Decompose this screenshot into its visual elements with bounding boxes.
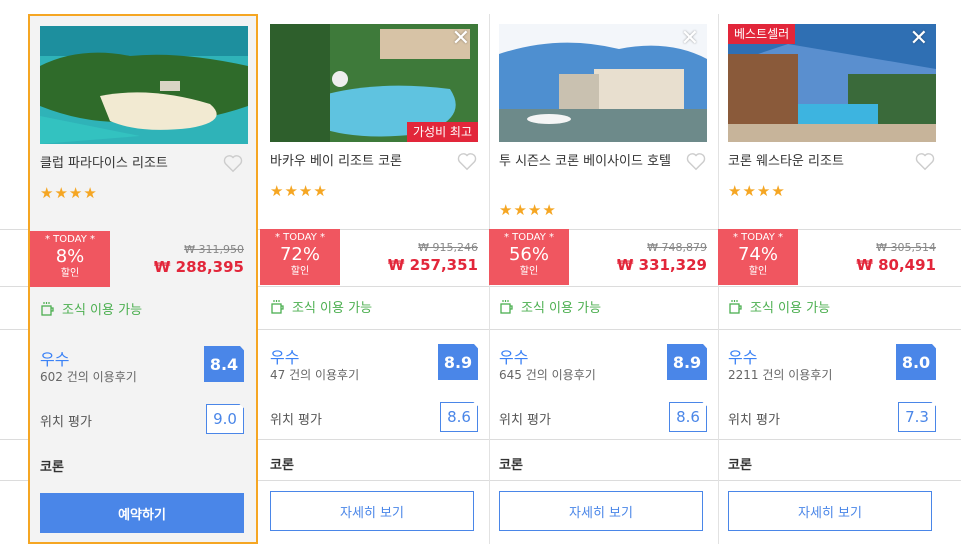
- details-button[interactable]: 자세히 보기: [728, 491, 932, 531]
- discount-percent: 74%: [737, 244, 778, 265]
- today-label: * TODAY *: [503, 232, 555, 243]
- coffee-cup-icon: [41, 301, 54, 316]
- hotel-photo[interactable]: ✕ 베스트셀러: [728, 24, 936, 142]
- review-grade: 우수: [499, 348, 529, 367]
- details-button[interactable]: 자세히 보기: [270, 491, 474, 531]
- review-score: 8.9: [438, 344, 478, 380]
- review-grade: 우수: [40, 350, 70, 369]
- island-photo: [40, 26, 248, 144]
- location-score: 8.6: [669, 402, 707, 432]
- today-discount-box: * TODAY * 56% 할인: [489, 229, 569, 285]
- hotel-name[interactable]: 코론 웨스타운 리조트: [728, 152, 908, 171]
- coffee-cup-icon: [271, 299, 284, 314]
- review-score: 8.4: [204, 346, 244, 382]
- original-price: ₩ 311,950: [184, 243, 244, 256]
- details-button[interactable]: 자세히 보기: [499, 491, 703, 531]
- hotel-card-1: 클럽 파라다이스 리조트 ★★★★ * TODAY * 8% 할인 ₩ 311,…: [28, 14, 258, 544]
- breakfast-label: 조식 이용 가능: [521, 301, 602, 316]
- review-count[interactable]: 602 건의 이용후기: [40, 368, 137, 385]
- breakfast-label: 조식 이용 가능: [750, 301, 831, 316]
- discount-label: 할인: [290, 266, 310, 277]
- review-grade: 우수: [728, 348, 758, 367]
- hotel-city: 코론: [728, 458, 752, 473]
- hotel-card-3: ✕ 투 시즌스 코론 베이사이드 호텔 ★★★★ * TODAY * 56% 할…: [489, 14, 719, 544]
- sale-price: ₩ 331,329: [616, 256, 707, 274]
- today-discount-box: * TODAY * 72% 할인: [260, 229, 340, 285]
- location-rating-label: 위치 평가: [270, 413, 322, 428]
- discount-label: 할인: [519, 266, 539, 277]
- today-discount-box: * TODAY * 8% 할인: [30, 231, 110, 287]
- today-label: * TODAY *: [44, 234, 96, 245]
- bayside-hotel-photo: [499, 24, 707, 142]
- hotel-photo[interactable]: [40, 26, 248, 144]
- hotel-name[interactable]: 바카우 베이 리조트 코론: [270, 152, 450, 171]
- review-score: 8.9: [667, 344, 707, 380]
- book-button[interactable]: 예약하기: [40, 493, 244, 533]
- coffee-cup-icon: [729, 299, 742, 314]
- hotel-photo[interactable]: ✕: [499, 24, 707, 142]
- discount-percent: 72%: [279, 244, 320, 265]
- star-rating: ★★★★: [499, 201, 557, 219]
- hotel-photo[interactable]: ✕ 가성비 최고: [270, 24, 478, 142]
- review-grade: 우수: [270, 348, 300, 367]
- today-discount-box: * TODAY * 74% 할인: [718, 229, 798, 285]
- review-score: 8.0: [896, 344, 936, 380]
- discount-label: 할인: [748, 266, 768, 277]
- heart-icon[interactable]: [222, 152, 244, 174]
- close-icon[interactable]: ✕: [681, 28, 699, 50]
- star-rating: ★★★★: [40, 184, 98, 202]
- location-score: 8.6: [440, 402, 478, 432]
- breakfast-label: 조식 이용 가능: [292, 301, 373, 316]
- discount-percent: 8%: [55, 246, 85, 267]
- hotel-city: 코론: [270, 458, 294, 473]
- original-price: ₩ 305,514: [876, 241, 936, 254]
- original-price: ₩ 915,246: [418, 241, 478, 254]
- review-count[interactable]: 2211 건의 이용후기: [728, 366, 832, 383]
- original-price: ₩ 748,879: [647, 241, 707, 254]
- hotel-city: 코론: [40, 460, 64, 475]
- value-badge: 가성비 최고: [406, 122, 478, 142]
- today-label: * TODAY *: [732, 232, 784, 243]
- breakfast-available: 조식 이용 가능: [270, 297, 372, 316]
- heart-icon[interactable]: [456, 150, 478, 172]
- hotel-card-4: ✕ 베스트셀러 코론 웨스타운 리조트 ★★★★ * TODAY * 74% 할…: [718, 14, 948, 544]
- heart-icon[interactable]: [685, 150, 707, 172]
- star-rating: ★★★★: [270, 182, 328, 200]
- breakfast-available: 조식 이용 가능: [499, 297, 601, 316]
- review-count[interactable]: 47 건의 이용후기: [270, 366, 359, 383]
- sale-price: ₩ 288,395: [153, 258, 244, 276]
- today-label: * TODAY *: [274, 232, 326, 243]
- location-rating-label: 위치 평가: [728, 413, 780, 428]
- close-icon[interactable]: ✕: [910, 28, 928, 50]
- sale-price: ₩ 80,491: [856, 256, 936, 274]
- discount-label: 할인: [60, 268, 80, 279]
- hotel-name[interactable]: 투 시즌스 코론 베이사이드 호텔: [499, 152, 679, 171]
- heart-icon[interactable]: [914, 150, 936, 172]
- location-score: 7.3: [898, 402, 936, 432]
- review-count[interactable]: 645 건의 이용후기: [499, 366, 596, 383]
- close-icon[interactable]: ✕: [452, 28, 470, 50]
- location-score: 9.0: [206, 404, 244, 434]
- sale-price: ₩ 257,351: [387, 256, 478, 274]
- breakfast-label: 조식 이용 가능: [62, 303, 143, 318]
- coffee-cup-icon: [500, 299, 513, 314]
- bestseller-badge: 베스트셀러: [728, 24, 796, 44]
- hotel-name[interactable]: 클럽 파라다이스 리조트: [40, 154, 220, 173]
- location-rating-label: 위치 평가: [499, 413, 551, 428]
- breakfast-available: 조식 이용 가능: [728, 297, 830, 316]
- hotel-card-2: ✕ 가성비 최고 바카우 베이 리조트 코론 ★★★★ * TODAY * 72…: [260, 14, 490, 544]
- hotel-city: 코론: [499, 458, 523, 473]
- breakfast-available: 조식 이용 가능: [40, 299, 142, 318]
- star-rating: ★★★★: [728, 182, 786, 200]
- discount-percent: 56%: [508, 244, 549, 265]
- location-rating-label: 위치 평가: [40, 415, 92, 430]
